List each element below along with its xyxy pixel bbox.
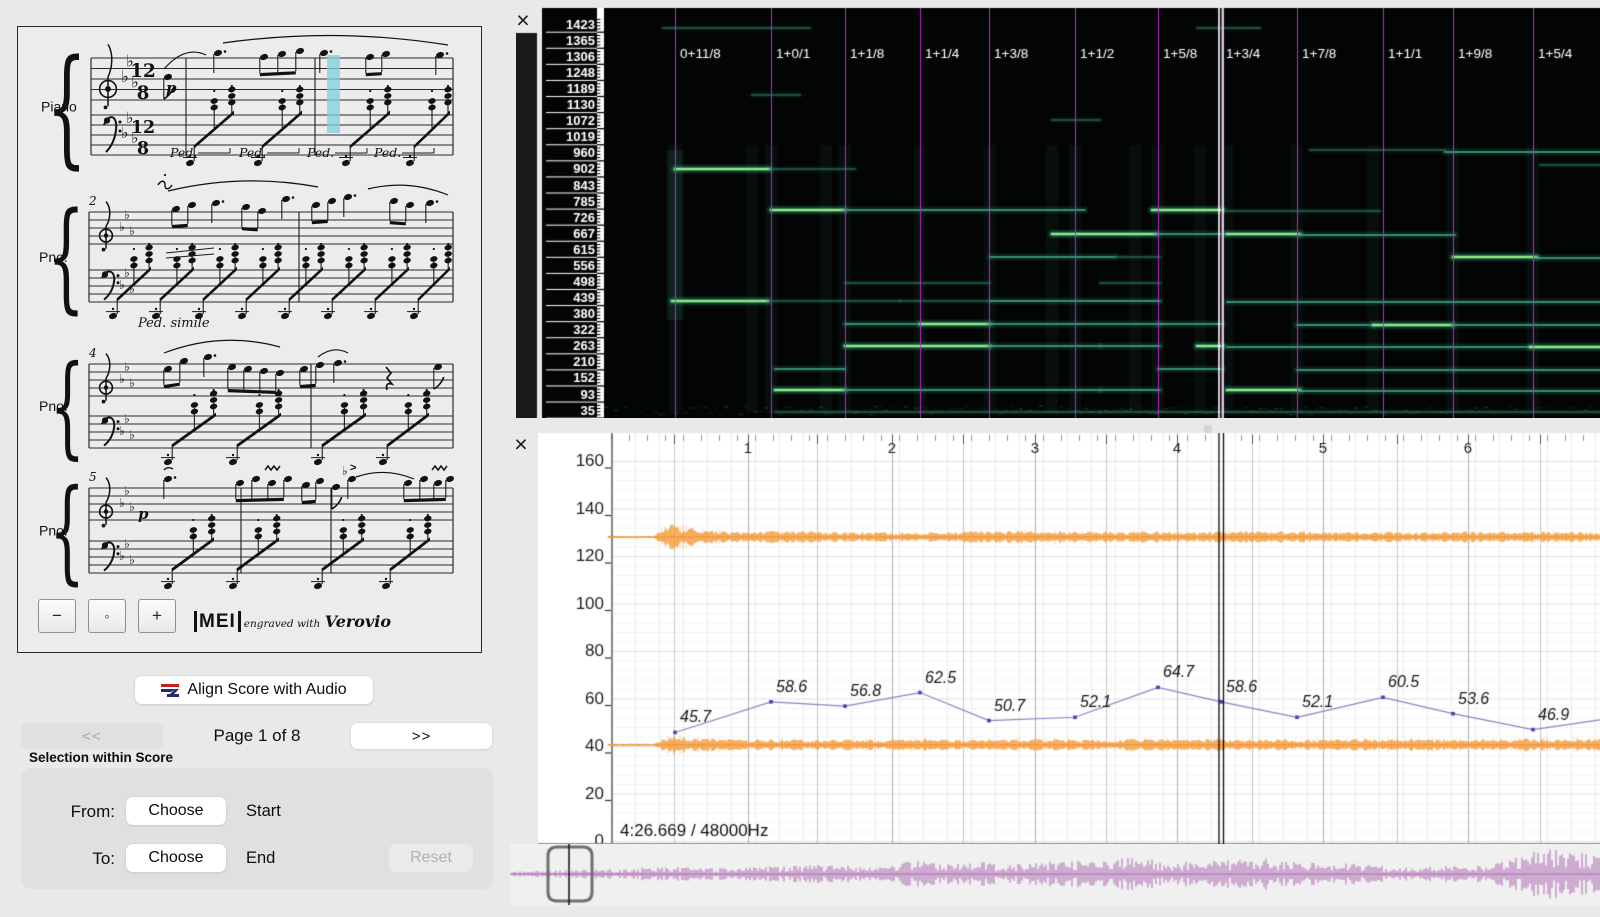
svg-text:♭: ♭ (124, 359, 130, 374)
svg-text:p: p (166, 79, 177, 97)
page-indicator: Page 1 of 8 (163, 723, 351, 749)
prev-page-button[interactable]: << (21, 723, 163, 749)
svg-text:♭: ♭ (129, 552, 135, 567)
engraved-with-text: engraved with (244, 618, 321, 630)
verovio-logo: MEIengraved with Verovio (194, 611, 391, 633)
zoom-out-button[interactable]: − (38, 599, 76, 633)
align-button-label: Align Score with Audio (187, 681, 346, 699)
verovio-logo-text: Verovio (325, 612, 391, 631)
overview-waveform-canvas[interactable] (510, 844, 1600, 905)
svg-text:♭: ♭ (124, 411, 130, 426)
reset-button[interactable]: Reset (389, 844, 473, 872)
from-value: Start (246, 802, 281, 821)
svg-text:12: 12 (131, 118, 155, 138)
svg-text:Ped.: Ped. (238, 145, 266, 160)
svg-text:Pno.: Pno. (39, 249, 68, 265)
zoom-in-button[interactable]: + (138, 599, 176, 633)
svg-text:Pno.: Pno. (39, 398, 68, 414)
svg-text:♭: ♭ (124, 265, 130, 280)
tempo-chart-canvas[interactable] (538, 425, 1600, 852)
next-page-button[interactable]: >> (351, 723, 492, 749)
svg-text:12: 12 (130, 61, 156, 82)
from-label: From: (35, 802, 115, 822)
app-window: {Piano♭♭♭♭♭♭128128pPed.Ped.Ped.Ped.{Pno.… (0, 0, 1600, 917)
align-icon (161, 684, 179, 697)
svg-text:2: 2 (88, 194, 97, 208)
mei-logo-text: MEI (194, 611, 241, 632)
align-score-with-audio-button[interactable]: Align Score with Audio (135, 676, 373, 704)
score-svg[interactable]: {Piano♭♭♭♭♭♭128128pPed.Ped.Ped.Ped.{Pno.… (18, 27, 480, 651)
svg-text:>: > (350, 462, 356, 474)
svg-text:♭: ♭ (342, 464, 348, 478)
svg-text:Ped.: Ped. (169, 145, 197, 160)
svg-text:♭: ♭ (129, 427, 135, 442)
svg-text:♭: ♭ (124, 536, 130, 551)
svg-text:♭: ♭ (129, 499, 135, 514)
svg-text:Ped. simile: Ped. simile (137, 316, 210, 331)
svg-text:5: 5 (89, 470, 97, 484)
spectrogram-canvas[interactable] (516, 0, 1600, 418)
choose-to-button[interactable]: Choose (126, 844, 226, 872)
svg-text:4: 4 (88, 346, 97, 360)
svg-text:♭: ♭ (129, 375, 135, 390)
score-panel: {Piano♭♭♭♭♭♭128128pPed.Ped.Ped.Ped.{Pno.… (17, 26, 482, 653)
svg-text:♭: ♭ (124, 207, 130, 222)
choose-from-button[interactable]: Choose (126, 797, 226, 825)
svg-text:Ped.: Ped. (306, 145, 334, 160)
svg-text:Ped.: Ped. (373, 145, 401, 160)
selection-panel: From: Choose Start To: Choose End Reset (21, 768, 493, 889)
to-label: To: (35, 849, 115, 869)
to-value: End (246, 849, 275, 868)
svg-text:♭: ♭ (124, 483, 130, 498)
svg-text:Piano: Piano (41, 99, 77, 115)
svg-text:8: 8 (137, 139, 149, 159)
svg-text:♭: ♭ (129, 223, 135, 238)
selection-section-label: Selection within Score (29, 750, 173, 765)
svg-text:Pno.: Pno. (39, 523, 68, 539)
zoom-reset-button[interactable]: ◦ (88, 599, 126, 633)
svg-text:p: p (138, 505, 149, 523)
svg-text:8: 8 (137, 83, 150, 104)
tempo-chart-close-button[interactable]: × (508, 432, 534, 458)
